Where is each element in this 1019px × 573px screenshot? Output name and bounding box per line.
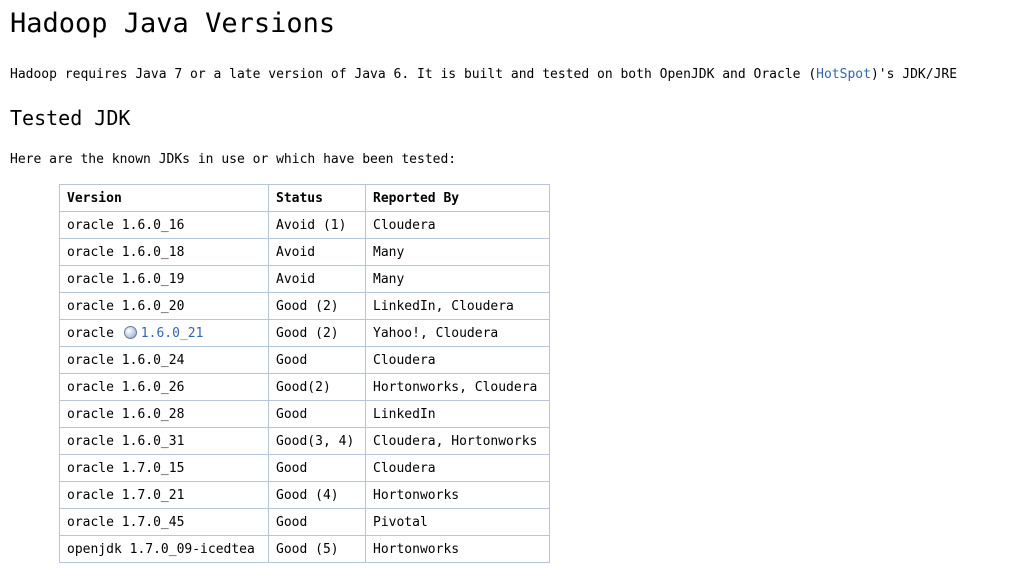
cell-reported-by: Cloudera [365,454,550,482]
cell-reported-by: Yahoo!, Cloudera [365,319,550,347]
section-title: Tested JDK [10,106,131,130]
cell-status: Good(2) [268,373,366,401]
cell-version: oracle 1.7.0_21 [59,481,269,509]
cell-reported-by: Cloudera [365,346,550,374]
cell-version: oracle 1.6.0_18 [59,238,269,266]
cell-version: openjdk 1.7.0_09-icedtea [59,535,269,563]
cell-reported-by: Cloudera, Hortonworks [365,427,550,455]
intro-text-after: )'s JDK/JRE [870,67,958,82]
cell-version: oracle 1.6.0_24 [59,346,269,374]
table-row: oracle 1.6.0_19 Avoid Many [59,265,550,293]
table-row: oracle 1.7.0_45 Good Pivotal [59,508,550,536]
cell-status: Good [268,400,366,428]
column-header-status: Status [268,184,366,212]
cell-status: Good (4) [268,481,366,509]
cell-reported-by: Hortonworks, Cloudera [365,373,550,401]
cell-reported-by: LinkedIn, Cloudera [365,292,550,320]
intro-paragraph: Hadoop requires Java 7 or a late version… [10,66,957,84]
version-prefix: oracle [67,325,114,341]
page-title: Hadoop Java Versions [10,8,336,39]
cell-version: oracle 1.6.0_16 [59,211,269,239]
cell-version: oracle 1.6.0_26 [59,373,269,401]
cell-version: oracle 1.6.0_20 [59,292,269,320]
cell-reported-by: Hortonworks [365,535,550,563]
version-link[interactable]: 1.6.0_21 [141,326,204,341]
cell-status: Good(3, 4) [268,427,366,455]
table-header-row: Version Status Reported By [59,184,550,212]
cell-status: Good (2) [268,292,366,320]
cell-status: Avoid [268,265,366,293]
cell-reported-by: Many [365,238,550,266]
cell-reported-by: Cloudera [365,211,550,239]
cell-status: Avoid [268,238,366,266]
cell-version: oracle 1.7.0_15 [59,454,269,482]
table-row: oracle 1.6.0_26 Good(2) Hortonworks, Clo… [59,373,550,401]
table-row: oracle 1.7.0_21 Good (4) Hortonworks [59,481,550,509]
cell-version: oracle 1.6.0_31 [59,427,269,455]
hotspot-link[interactable]: HotSpot [816,67,871,82]
cell-status: Good (5) [268,535,366,563]
cell-status: Good [268,454,366,482]
cell-reported-by: LinkedIn [365,400,550,428]
cell-status: Avoid (1) [268,211,366,239]
cell-reported-by: Hortonworks [365,481,550,509]
jdk-table: Version Status Reported By oracle 1.6.0_… [59,184,550,563]
cell-status: Good [268,508,366,536]
column-header-version: Version [59,184,269,212]
table-row: oracle 1.6.0_21 Good (2) Yahoo!, Clouder… [59,319,550,347]
table-row: oracle 1.6.0_18 Avoid Many [59,238,550,266]
table-row: oracle 1.6.0_20 Good (2) LinkedIn, Cloud… [59,292,550,320]
cell-version: oracle 1.6.0_19 [59,265,269,293]
cell-reported-by: Many [365,265,550,293]
globe-icon [123,325,137,339]
table-row: oracle 1.7.0_15 Good Cloudera [59,454,550,482]
column-header-reported-by: Reported By [365,184,550,212]
table-row: oracle 1.6.0_31 Good(3, 4) Cloudera, Hor… [59,427,550,455]
cell-status: Good (2) [268,319,366,347]
table-row: oracle 1.6.0_28 Good LinkedIn [59,400,550,428]
cell-reported-by: Pivotal [365,508,550,536]
lead-paragraph: Here are the known JDKs in use or which … [10,152,457,167]
cell-version: oracle 1.6.0_28 [59,400,269,428]
cell-version: oracle 1.6.0_21 [59,319,269,347]
cell-version: oracle 1.7.0_45 [59,508,269,536]
table-row: oracle 1.6.0_24 Good Cloudera [59,346,550,374]
table-row: openjdk 1.7.0_09-icedtea Good (5) Horton… [59,535,550,563]
intro-text-before: Hadoop requires Java 7 or a late version… [10,67,817,82]
cell-status: Good [268,346,366,374]
table-row: oracle 1.6.0_16 Avoid (1) Cloudera [59,211,550,239]
